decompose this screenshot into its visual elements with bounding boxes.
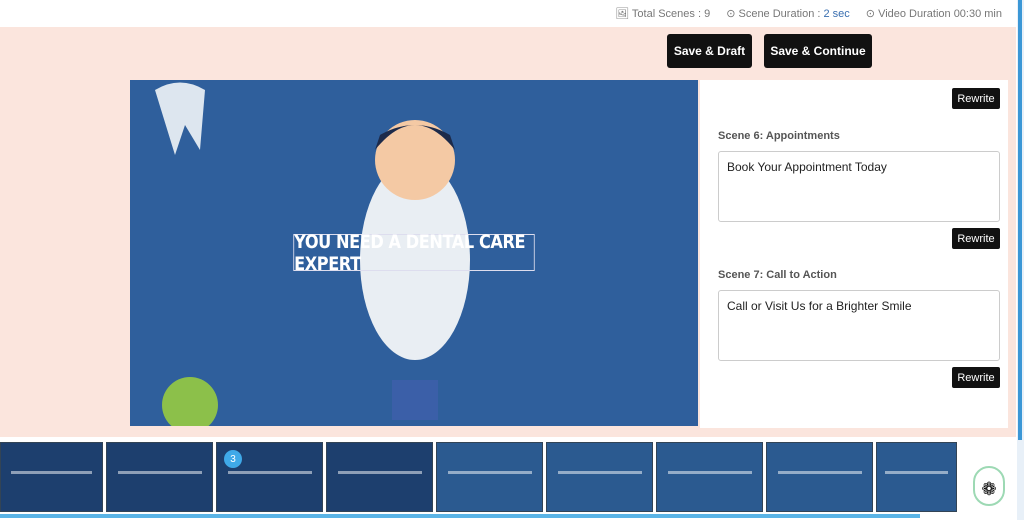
rewrite-button[interactable]: Rewrite <box>952 88 1000 109</box>
scene-timeline <box>0 442 1016 514</box>
scene-text-input[interactable]: Book Your Appointment Today <box>718 151 1000 222</box>
rewrite-button[interactable]: Rewrite <box>952 228 1000 249</box>
scene-label: Scene 6: Appointments <box>718 130 840 142</box>
scene-thumbnail[interactable] <box>656 442 763 512</box>
selected-scene-badge: 3 <box>224 450 242 468</box>
timeline-scrollbar[interactable] <box>0 514 920 518</box>
video-duration: ⊙ Video Duration 00:30 min <box>865 8 1002 20</box>
clock-icon: ⊙ <box>865 8 875 20</box>
scene-thumbnail[interactable] <box>546 442 653 512</box>
total-scenes: 🖼 Total Scenes : 9 <box>615 8 711 20</box>
scene-text-input[interactable]: Call or Visit Us for a Brighter Smile <box>718 290 1000 361</box>
scene-script-panel: Rewrite Scene 6: Appointments Book Your … <box>700 80 1008 428</box>
scene-label: Scene 7: Call to Action <box>718 269 837 281</box>
scene-thumbnail[interactable] <box>876 442 957 512</box>
page-scrollbar[interactable] <box>1017 0 1024 520</box>
scene-thumbnail[interactable] <box>106 442 213 512</box>
scene-thumbnail[interactable] <box>326 442 433 512</box>
scene-preview[interactable]: YOU NEED A DENTAL CARE EXPERT <box>130 80 698 426</box>
scene-thumbnail[interactable] <box>766 442 873 512</box>
scene-thumbnail[interactable] <box>0 442 103 512</box>
rewrite-button[interactable]: Rewrite <box>952 367 1000 388</box>
scene-caption[interactable]: YOU NEED A DENTAL CARE EXPERT <box>293 231 535 275</box>
clock-icon: ⊙ <box>726 8 736 20</box>
chatgpt-icon[interactable]: ❁ <box>973 466 1005 506</box>
scene-thumbnail[interactable] <box>436 442 543 512</box>
stats-bar: 🖼 Total Scenes : 9 ⊙ Scene Duration : 2 … <box>0 0 1016 27</box>
save-draft-button[interactable]: Save & Draft <box>667 34 752 68</box>
image-icon: 🖼 <box>615 8 630 20</box>
save-continue-button[interactable]: Save & Continue <box>764 34 872 68</box>
scene-duration: ⊙ Scene Duration : 2 sec <box>726 8 850 20</box>
